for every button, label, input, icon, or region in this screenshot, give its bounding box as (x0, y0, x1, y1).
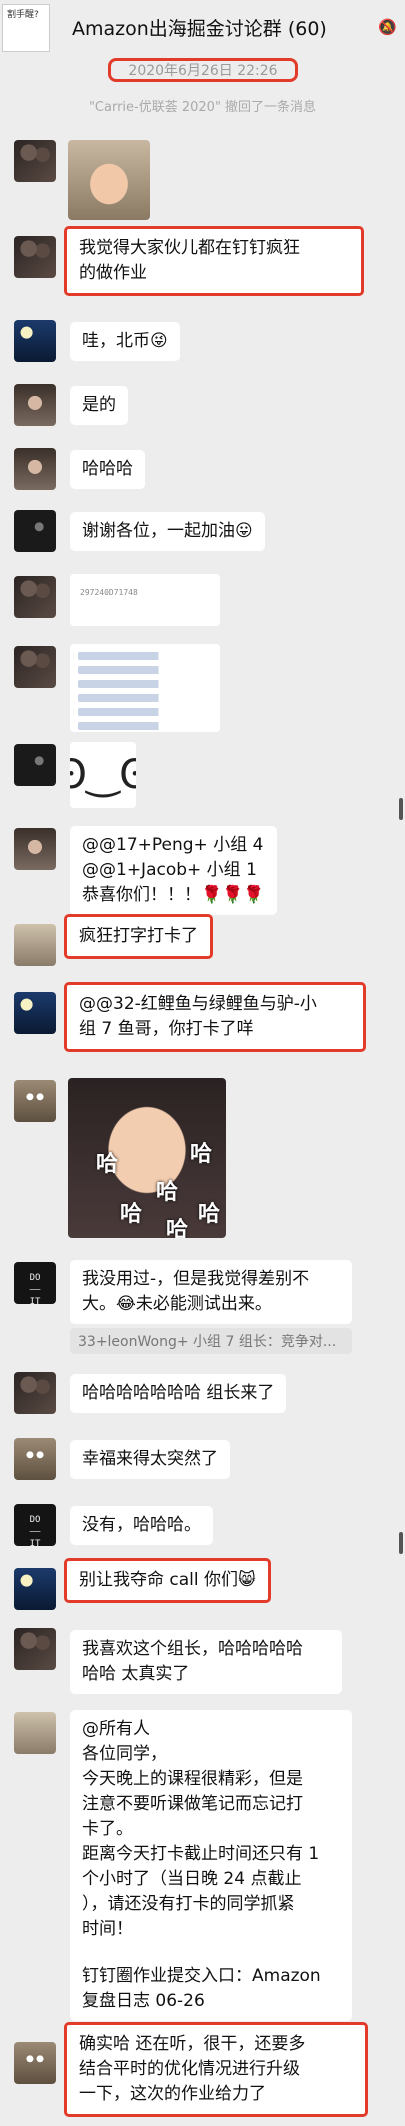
sticker-image[interactable]: ʘ‿ʘ (70, 742, 136, 808)
file-name: 297240D71748 (80, 588, 138, 597)
avatar[interactable] (14, 924, 56, 966)
message-text: 哈哈哈哈哈哈哈 组长来了 (82, 1383, 275, 1403)
chat-bubble[interactable]: @所有人 各位同学， 今天晚上的课程很精彩，但是 注意不要听课做笔记而忘记打 卡… (70, 1710, 352, 2021)
message-text: 一下，这次的作业给力了 (79, 2084, 266, 2104)
image-message[interactable] (68, 140, 150, 220)
laugh-text: 哈 (156, 1180, 179, 1205)
message-text: 复盘日志 06-26 (82, 1991, 205, 2011)
avatar[interactable] (14, 384, 56, 426)
message-text: 确实哈 还在听，很干，还要多 (79, 2034, 306, 2054)
chat-bubble[interactable]: 别让我夺命 call 你们😸 (64, 1558, 271, 1603)
chat-bubble[interactable]: @@17+Peng+ 小组 4 @@1+Jacob+ 小组 1 恭喜你们！！！🌹… (70, 826, 277, 915)
message-text: 别让我夺命 call 你们😸 (79, 1570, 256, 1590)
laugh-text: 哈 (198, 1202, 221, 1227)
message-text: ），请还没有打卡的同学抓紧 (82, 1894, 295, 1914)
avatar[interactable] (14, 828, 56, 870)
message-text: 各位同学， (82, 1744, 167, 1764)
message-text: 哇，北币😜 (82, 331, 168, 351)
avatar[interactable] (14, 2042, 56, 2084)
chat-bubble[interactable]: 幸福来得太突然了 (70, 1440, 230, 1479)
chat-bubble[interactable]: 我觉得大家伙儿都在钉钉疯狂 的做作业 (64, 226, 364, 296)
chat-bubble[interactable]: 我喜欢这个组长，哈哈哈哈哈 哈哈 太真实了 (70, 1630, 342, 1694)
message-text: 距离今天打卡截止时间还只有 1 (82, 1844, 320, 1864)
avatar[interactable] (14, 1438, 56, 1480)
chat-bubble[interactable]: 没有，哈哈哈。 (70, 1506, 213, 1545)
message-text: 钉钉圈作业提交入口：Amazon (82, 1966, 321, 1986)
avatar[interactable] (14, 448, 56, 490)
timestamp: 2020年6月26日 22:26 (108, 58, 298, 82)
message-text: 卡了。 (82, 1819, 133, 1839)
avatar[interactable] (14, 646, 56, 688)
message-text: 哈哈 太真实了 (82, 1664, 190, 1684)
group-avatar[interactable]: 割手醒? (2, 4, 50, 52)
message-text: 组 7 鱼哥，你打卡了咩 (79, 1019, 254, 1039)
bell-off-icon: 🔕 (378, 18, 397, 36)
message-text: @@1+Jacob+ 小组 1 (82, 860, 257, 880)
group-avatar-caption: 割手醒? (7, 10, 39, 20)
avatar[interactable] (14, 1080, 56, 1122)
avatar[interactable] (14, 1712, 56, 1754)
avatar[interactable] (14, 140, 56, 182)
avatar[interactable] (14, 1628, 56, 1670)
message-text: @@17+Peng+ 小组 4 (82, 835, 264, 855)
message-text: 结合平时的优化情况进行升级 (79, 2059, 300, 2079)
quoted-message[interactable]: 33+leonWong+ 小组 7 组长：竞争对... (70, 1328, 352, 1354)
message-text: 幸福来得太突然了 (82, 1449, 218, 1469)
message-text: 的做作业 (79, 263, 147, 283)
image-message[interactable]: 哈 哈 哈 哈 哈 哈 (68, 1078, 226, 1238)
chat-bubble[interactable]: 疯狂打字打卡了 (64, 914, 213, 959)
sticker-face-icon: ʘ‿ʘ (70, 752, 136, 798)
chat-bubble[interactable]: 谢谢各位，一起加油😛 (70, 512, 265, 551)
avatar[interactable] (14, 1568, 56, 1610)
message-text: 个小时了（当日晚 24 点截止 (82, 1869, 302, 1889)
file-card[interactable]: 297240D71748 (70, 574, 220, 626)
avatar[interactable]: DO —— IT (14, 1262, 56, 1304)
chat-bubble[interactable]: 哇，北币😜 (70, 322, 180, 361)
avatar[interactable] (14, 320, 56, 362)
avatar[interactable] (14, 236, 56, 278)
message-text: 没有，哈哈哈。 (82, 1515, 201, 1535)
chat-bubble[interactable]: 确实哈 还在听，很干，还要多 结合平时的优化情况进行升级 一下，这次的作业给力了 (64, 2022, 368, 2117)
avatar[interactable] (14, 510, 56, 552)
laugh-text: 哈 (96, 1152, 119, 1177)
message-text: @所有人 (82, 1719, 150, 1739)
message-text: 是的 (82, 395, 116, 415)
avatar[interactable] (14, 576, 56, 618)
message-text: 哈哈哈 (82, 459, 133, 479)
message-text: @@32-红鲤鱼与绿鲤鱼与驴-小 (79, 994, 317, 1014)
chat-title: Amazon出海掘金讨论群 (60) (72, 18, 327, 40)
message-text: 谢谢各位，一起加油😛 (82, 521, 253, 541)
avatar[interactable] (14, 1372, 56, 1414)
laugh-text: 哈 (120, 1202, 143, 1227)
message-text: 我没用过-，但是我觉得差别不 (82, 1269, 310, 1289)
chat-bubble[interactable]: 是的 (70, 386, 128, 425)
laugh-text: 哈 (190, 1142, 213, 1167)
avatar[interactable]: DO —— IT (14, 1504, 56, 1546)
avatar[interactable] (14, 992, 56, 1034)
message-text: 我喜欢这个组长，哈哈哈哈哈 (82, 1639, 303, 1659)
chat-bubble[interactable]: 哈哈哈 (70, 450, 145, 489)
message-text: 我觉得大家伙儿都在钉钉疯狂 (79, 238, 300, 258)
scrollbar-thumb[interactable] (399, 798, 403, 820)
chat-bubble[interactable]: 哈哈哈哈哈哈哈 组长来了 (70, 1374, 287, 1413)
chat-bubble[interactable]: @@32-红鲤鱼与绿鲤鱼与驴-小 组 7 鱼哥，你打卡了咩 (64, 982, 366, 1052)
message-text: 恭喜你们！！！🌹🌹🌹 (82, 885, 265, 905)
laugh-text: 哈 (166, 1218, 189, 1238)
avatar[interactable] (14, 744, 56, 786)
chat-bubble[interactable]: 我没用过-，但是我觉得差别不 大。😂未必能测试出来。 (70, 1260, 352, 1324)
scrollbar-thumb[interactable] (399, 1532, 403, 1554)
message-text: 疯狂打字打卡了 (79, 926, 198, 946)
message-text: 今天晚上的课程很精彩，但是 (82, 1769, 303, 1789)
screenshot-rows (78, 652, 212, 736)
message-text: 大。😂未必能测试出来。 (82, 1294, 272, 1314)
message-text: 注意不要听课做笔记而忘记打 (82, 1794, 303, 1814)
screenshot-image[interactable] (70, 644, 220, 732)
message-text: 时间！ (82, 1919, 133, 1939)
recall-notice: "Carrie-优联荟 2020" 撤回了一条消息 (88, 100, 317, 115)
chat-header: 割手醒? Amazon出海掘金讨论群 (60) 🔕 (0, 0, 405, 56)
